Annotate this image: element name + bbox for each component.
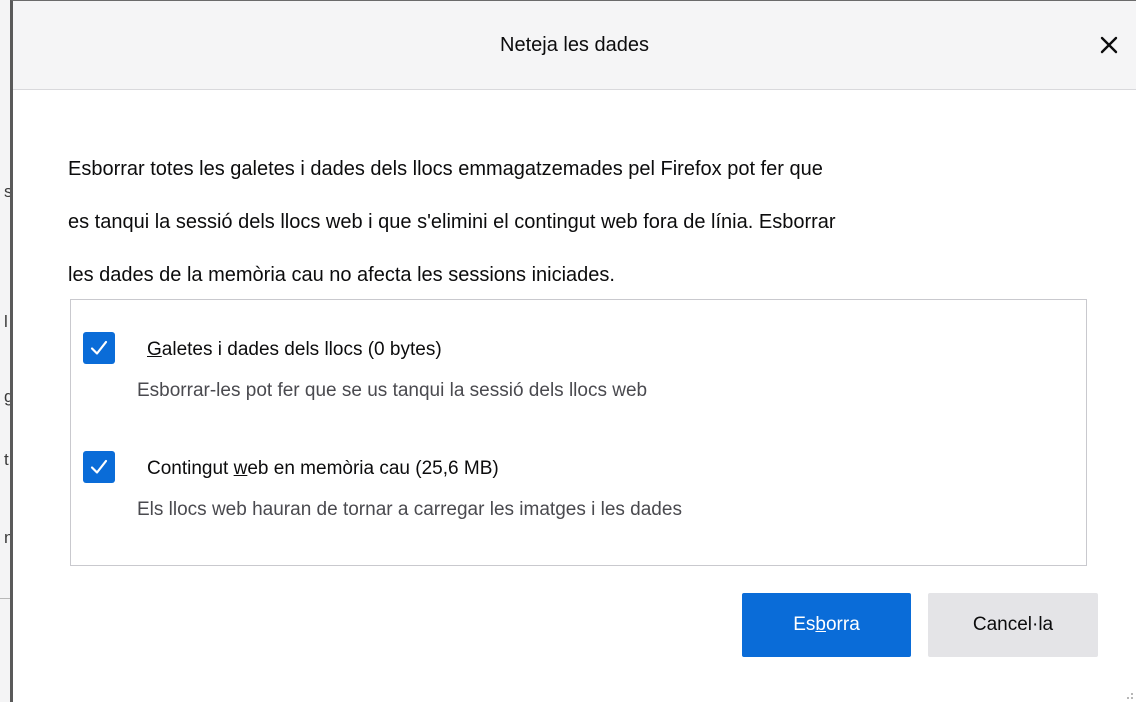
web-cache-description: Els llocs web hauran de tornar a carrega… xyxy=(137,499,682,520)
background-text-fragment: l xyxy=(4,312,8,331)
cookies-checkbox[interactable] xyxy=(83,332,115,364)
dialog-description: Esborrar totes les galetes i dades dels … xyxy=(68,143,1108,302)
label-text: aletes i dades dels llocs (0 bytes) xyxy=(161,339,442,360)
close-icon xyxy=(1100,36,1118,54)
button-text: orra xyxy=(825,614,860,635)
checkmark-icon xyxy=(90,340,108,355)
cancel-button[interactable]: Cancel·la xyxy=(928,593,1098,657)
background-text-fragment: t xyxy=(4,450,9,469)
label-text: eb en memòria cau (25,6 MB) xyxy=(247,458,499,479)
clear-button[interactable]: Es b orra xyxy=(742,593,911,657)
access-key: G xyxy=(147,339,162,360)
access-key: w xyxy=(233,458,248,479)
dialog-titlebar: Neteja les dades xyxy=(13,1,1136,90)
clear-data-dialog: Neteja les dades Esborrar totes les gale… xyxy=(10,0,1136,702)
web-cache-label[interactable]: Contingut web en memòria cau (25,6 MB) xyxy=(147,458,499,480)
resize-grip-icon[interactable] xyxy=(1122,688,1134,700)
cookies-label[interactable]: Galetes i dades dels llocs (0 bytes) xyxy=(147,339,442,361)
dialog-title: Neteja les dades xyxy=(500,34,649,56)
description-line: Esborrar totes les galetes i dades dels … xyxy=(68,158,823,180)
access-key: b xyxy=(815,614,826,635)
checkmark-icon xyxy=(90,459,108,474)
description-line: es tanqui la sessió dels llocs web i que… xyxy=(68,211,836,233)
label-text: Contingut xyxy=(147,458,234,479)
options-group: Galetes i dades dels llocs (0 bytes) Esb… xyxy=(70,299,1087,566)
web-cache-checkbox[interactable] xyxy=(83,451,115,483)
description-line: les dades de la memòria cau no afecta le… xyxy=(68,264,615,286)
button-text: Es xyxy=(793,614,816,635)
close-button[interactable] xyxy=(1094,30,1124,60)
cookies-description: Esborrar-les pot fer que se us tanqui la… xyxy=(137,380,648,401)
